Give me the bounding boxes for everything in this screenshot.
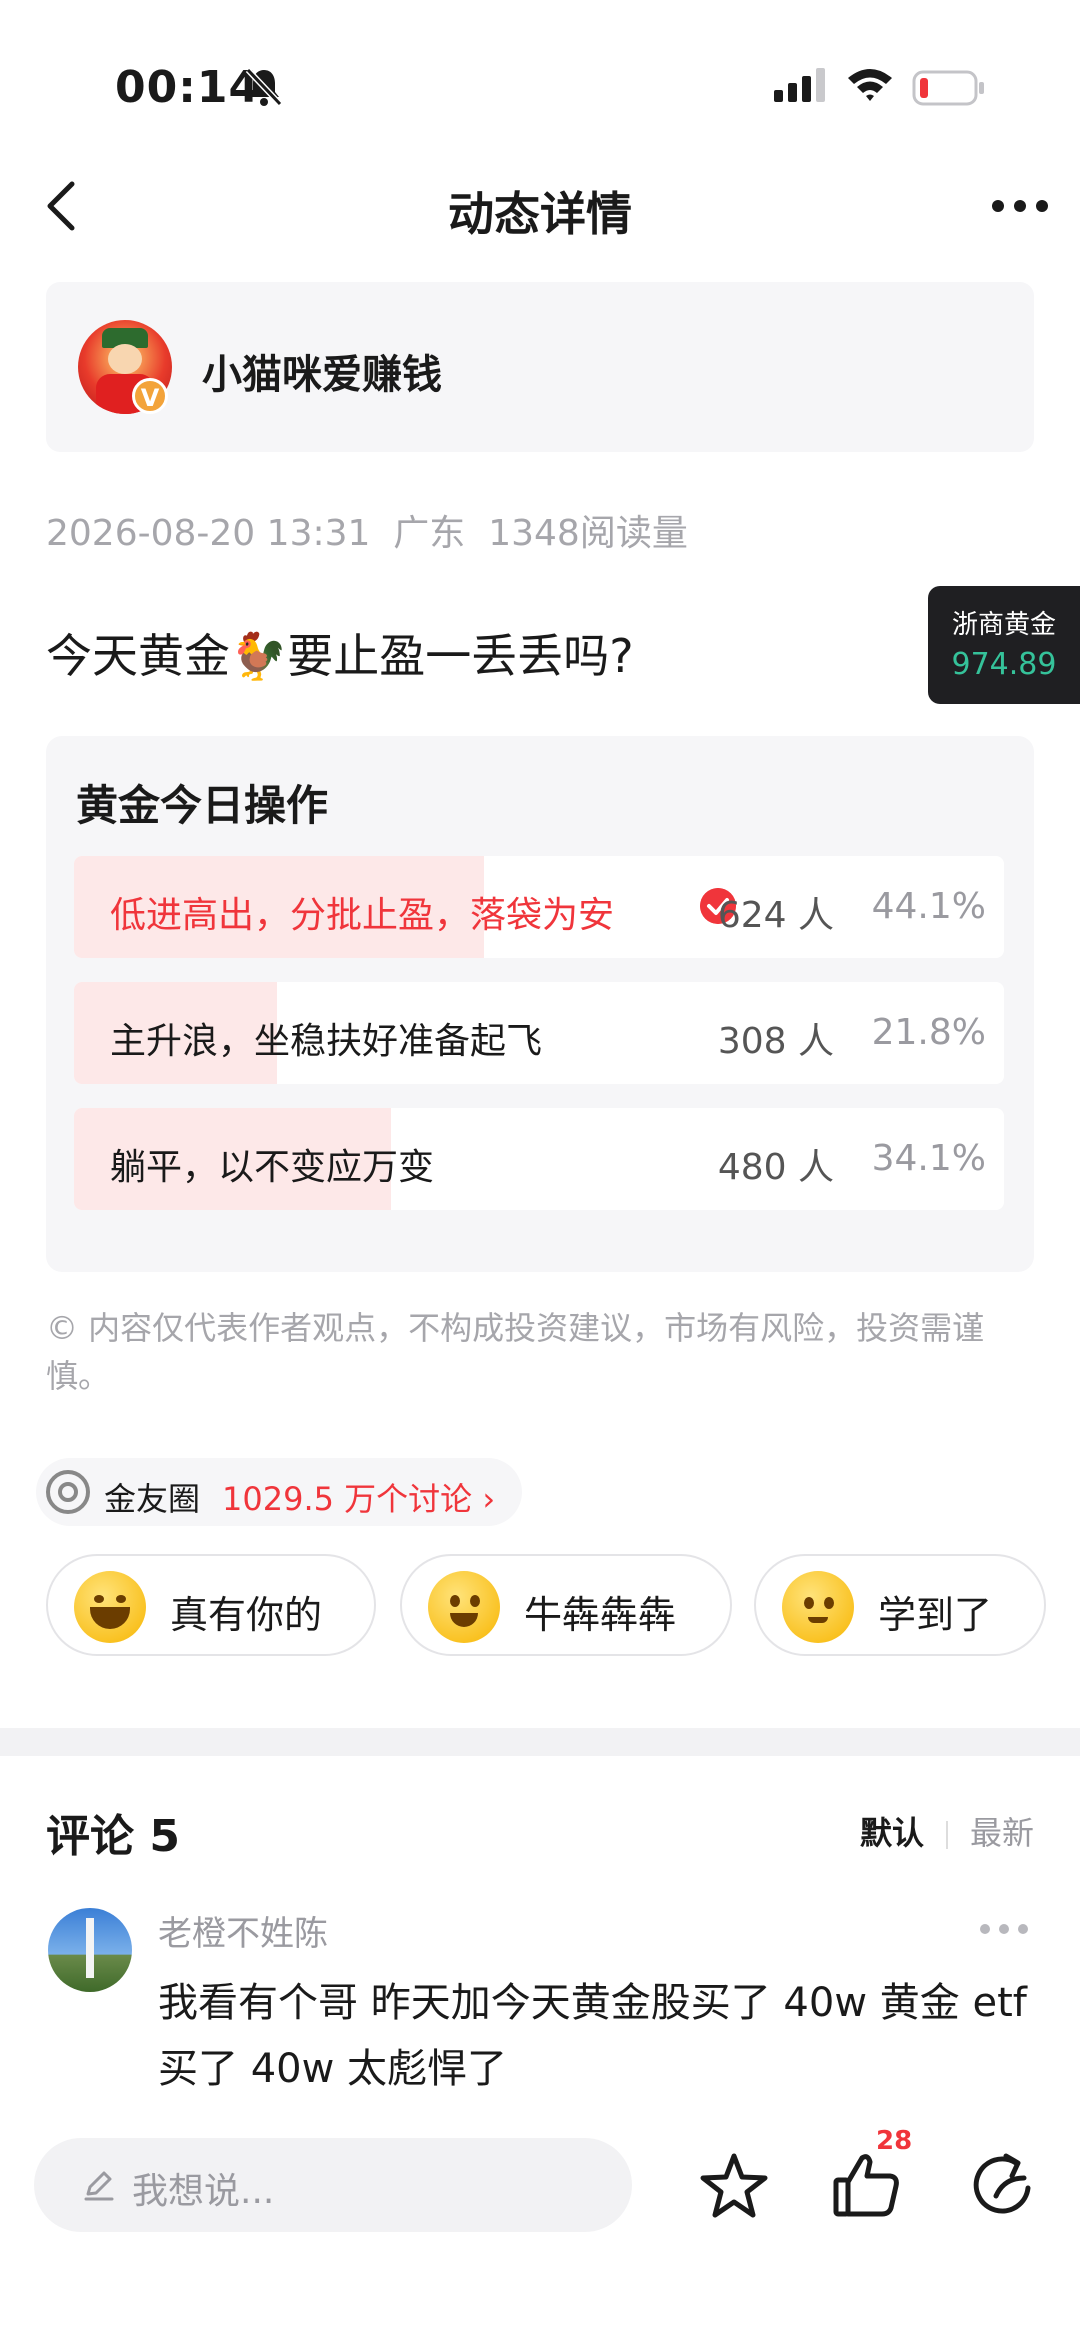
smiling-emoji-icon [782, 1571, 854, 1643]
favorite-star-button[interactable] [696, 2148, 772, 2224]
section-divider [0, 1728, 1080, 1756]
more-options-button[interactable] [990, 196, 1050, 216]
disclaimer-text: © 内容仅代表作者观点，不构成投资建议，市场有风险，投资需谨慎。 [46, 1309, 985, 1395]
page-title: 动态详情 [448, 187, 632, 241]
ticker-name: 浙商黄金 [951, 610, 1056, 640]
read-count: 1348阅读量 [488, 513, 688, 554]
reaction-label: 真有你的 [170, 1593, 323, 1637]
poll-option-label: 低进高出，分批止盈，落袋为安 [110, 895, 615, 936]
comment-more-button[interactable] [978, 1922, 1030, 1936]
reaction-button[interactable]: 真有你的 [46, 1554, 376, 1656]
comment-text: 我看有个哥 昨天加今天黄金股买了 40w 黄金 etf 买了 40w 太彪悍了 [158, 1980, 1027, 2092]
poll-option[interactable]: 低进高出，分批止盈，落袋为安 624 人 44.1% [74, 856, 1004, 958]
signal-icon [774, 68, 825, 102]
ticker-value: 974.89 [951, 647, 1057, 682]
comments-header: 评论 5 [46, 1811, 180, 1862]
battery-icon [912, 70, 984, 106]
poll-option[interactable]: 躺平，以不变应万变 480 人 34.1% [74, 1108, 1004, 1210]
author-name[interactable]: 小猫咪爱赚钱 [202, 342, 442, 400]
verified-badge: V [132, 378, 168, 414]
pencil-icon [84, 2171, 114, 2201]
poll-option-count: 308 人 [717, 1021, 834, 1062]
comment-sort: 默认 最新 [860, 1808, 1034, 1854]
circle-link[interactable]: 金友圈 1029.5 万个讨论 › [36, 1458, 522, 1526]
input-placeholder: 我想说... [132, 2171, 275, 2212]
grinning-emoji-icon [428, 1571, 500, 1643]
status-bar: 00:14 [0, 0, 1080, 170]
like-count-badge: 28 [876, 2126, 913, 2156]
author-card[interactable]: 小猫咪爱赚钱 [46, 282, 1034, 452]
reaction-label: 学到了 [878, 1593, 993, 1637]
post-meta: 2026-08-20 13:31 广东 1348阅读量 [46, 504, 688, 556]
circle-discussion-count: 1029.5 万个讨论 › [222, 1480, 496, 1518]
comment-input[interactable]: 我想说... [34, 2138, 632, 2232]
poll-option-count: 480 人 [717, 1147, 834, 1188]
poll-option-label: 主升浪，坐稳扶好准备起飞 [110, 1021, 543, 1062]
poll-option-percent: 44.1% [871, 886, 986, 927]
poll-title: 黄金今日操作 [76, 781, 329, 830]
bottom-action-bar: 我想说... 28 [0, 2110, 1080, 2260]
laughing-emoji-icon [74, 1571, 146, 1643]
circle-name: 金友圈 [104, 1480, 201, 1518]
reaction-label: 牛犇犇犇 [524, 1593, 677, 1637]
navigation-bar: 动态详情 [0, 160, 1080, 250]
poll-option-percent: 34.1% [871, 1138, 986, 1179]
poll-card: 黄金今日操作 低进高出，分批止盈，落袋为安 624 人 44.1% 主升浪，坐稳… [46, 736, 1034, 1272]
bell-off-icon [245, 67, 283, 107]
poll-option-count: 624 人 [717, 895, 834, 936]
poll-option[interactable]: 主升浪，坐稳扶好准备起飞 308 人 21.8% [74, 982, 1004, 1084]
poll-option-label: 躺平，以不变应万变 [110, 1147, 435, 1188]
sort-default-tab[interactable]: 默认 [860, 1814, 924, 1852]
thumbs-up-button[interactable] [830, 2148, 906, 2224]
status-time: 00:14 [115, 62, 261, 113]
post-location: 广东 [393, 513, 466, 554]
reaction-button[interactable]: 牛犇犇犇 [400, 1554, 732, 1656]
commenter-avatar[interactable] [48, 1908, 132, 1992]
target-circle-icon [46, 1470, 90, 1514]
post-title: 今天黄金🐓要止盈一丢丢吗? [46, 629, 634, 683]
commenter-name[interactable]: 老橙不姓陈 [158, 1906, 328, 1955]
wifi-icon [848, 69, 892, 101]
sort-latest-tab[interactable]: 最新 [970, 1814, 1034, 1852]
reaction-button[interactable]: 学到了 [754, 1554, 1046, 1656]
share-button[interactable] [966, 2148, 1042, 2224]
floating-ticker[interactable]: 浙商黄金 974.89 [928, 586, 1080, 704]
post-date: 2026-08-20 13:31 [46, 513, 371, 554]
poll-option-percent: 21.8% [871, 1012, 986, 1053]
